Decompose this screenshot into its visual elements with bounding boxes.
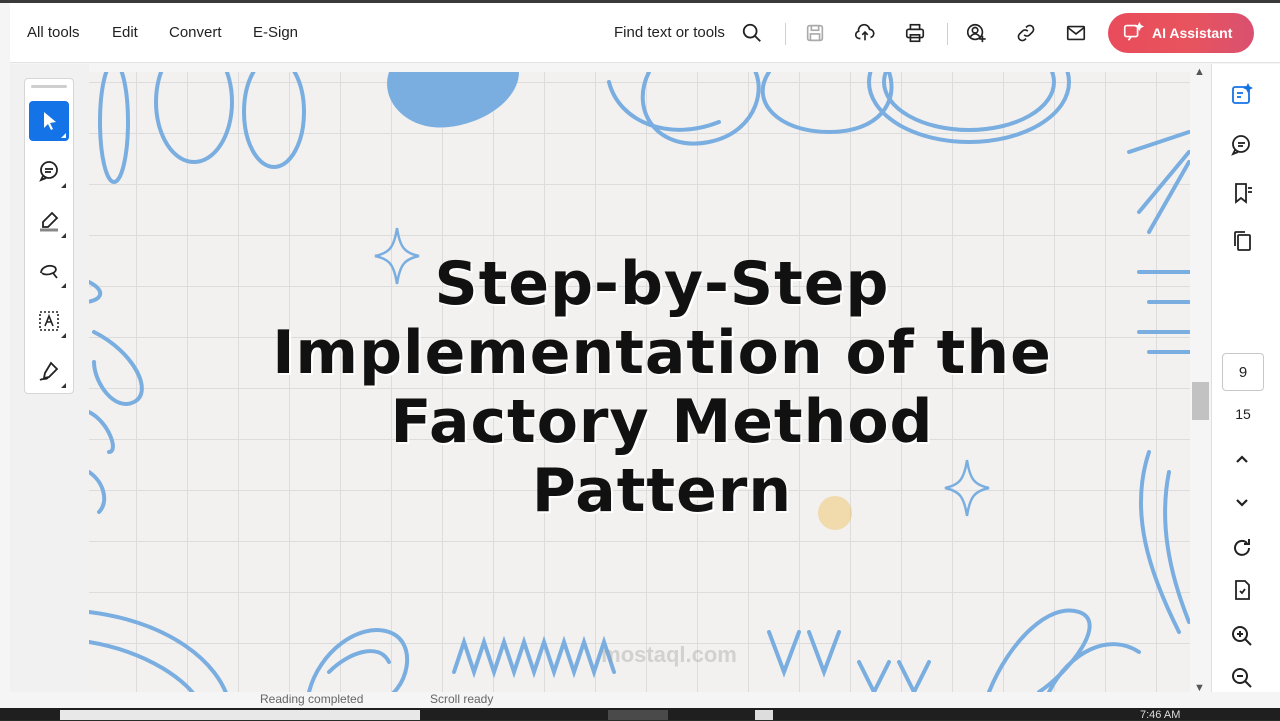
draw-tool[interactable] [29, 251, 69, 291]
print-icon[interactable] [901, 19, 929, 47]
upload-icon[interactable] [851, 19, 879, 47]
edit-pdf-icon[interactable] [1228, 81, 1256, 109]
right-rail: 9 15 [1211, 64, 1280, 696]
text-field-tool[interactable] [29, 301, 69, 341]
scroll-up-arrow[interactable]: ▲ [1194, 66, 1205, 78]
taskbar-clock[interactable]: 7:46 AM [1140, 709, 1180, 721]
panel-grip[interactable] [31, 85, 67, 88]
bookmark-icon[interactable] [1228, 179, 1256, 207]
taskbar-app[interactable] [755, 710, 773, 720]
toolbar-divider [947, 23, 948, 45]
total-pages: 15 [1235, 406, 1251, 422]
chevron-up-icon[interactable] [1228, 446, 1256, 474]
menu-all-tools[interactable]: All tools [27, 24, 80, 41]
menu-e-sign[interactable]: E-Sign [253, 24, 298, 41]
ai-sparkle-icon [1122, 21, 1145, 46]
ai-assistant-button[interactable]: AI Assistant [1108, 13, 1254, 53]
title-line: Step-by-Step [434, 249, 890, 319]
cursor-highlight [818, 496, 852, 530]
zoom-in-icon[interactable] [1228, 622, 1256, 650]
status-left-text: Reading completed [260, 692, 364, 706]
taskbar-app[interactable] [60, 710, 420, 720]
title-line: Pattern [531, 456, 793, 526]
menu-convert[interactable]: Convert [169, 24, 222, 41]
chevron-down-icon[interactable] [1228, 488, 1256, 516]
rotate-icon[interactable] [1228, 534, 1256, 562]
search-icon[interactable] [738, 19, 766, 47]
acrobat-window: All tools Edit Convert E-Sign Find text … [0, 0, 1280, 708]
taskbar-app[interactable] [608, 710, 668, 720]
current-page-input[interactable]: 9 [1222, 353, 1264, 391]
menu-edit[interactable]: Edit [112, 24, 138, 41]
zoom-out-icon[interactable] [1228, 664, 1256, 692]
find-text-label[interactable]: Find text or tools [614, 24, 725, 41]
comment-tool[interactable] [29, 151, 69, 191]
link-icon[interactable] [1012, 19, 1040, 47]
save-icon[interactable] [801, 19, 829, 47]
document-title: Step-by-Step Implementation of the Facto… [239, 250, 1085, 526]
ai-assistant-label: AI Assistant [1152, 25, 1233, 41]
scroll-thumb[interactable] [1192, 382, 1209, 420]
comments-icon[interactable] [1228, 131, 1256, 159]
sign-tool[interactable] [29, 351, 69, 391]
vertical-scrollbar[interactable]: ▲ ▼ [1190, 64, 1211, 696]
watermark: mostaql.com [601, 642, 737, 667]
share-user-icon[interactable] [962, 19, 990, 47]
highlight-tool[interactable] [29, 201, 69, 241]
title-line: Implementation of the [272, 318, 1052, 388]
status-bar: Reading completed Scroll ready [0, 692, 1280, 708]
pages-icon[interactable] [1228, 227, 1256, 255]
toolbar-divider [785, 23, 786, 45]
taskbar: 7:46 AM [0, 708, 1280, 721]
status-right-text: Scroll ready [430, 692, 494, 706]
page-extract-icon[interactable] [1228, 576, 1256, 604]
mail-icon[interactable] [1062, 19, 1090, 47]
menu-bar: All tools Edit Convert E-Sign Find text … [10, 3, 1280, 63]
select-tool[interactable] [29, 101, 69, 141]
document-page[interactable]: Step-by-Step Implementation of the Facto… [89, 72, 1190, 692]
quick-tools-panel [24, 78, 74, 394]
title-line: Factory Method [390, 387, 934, 457]
